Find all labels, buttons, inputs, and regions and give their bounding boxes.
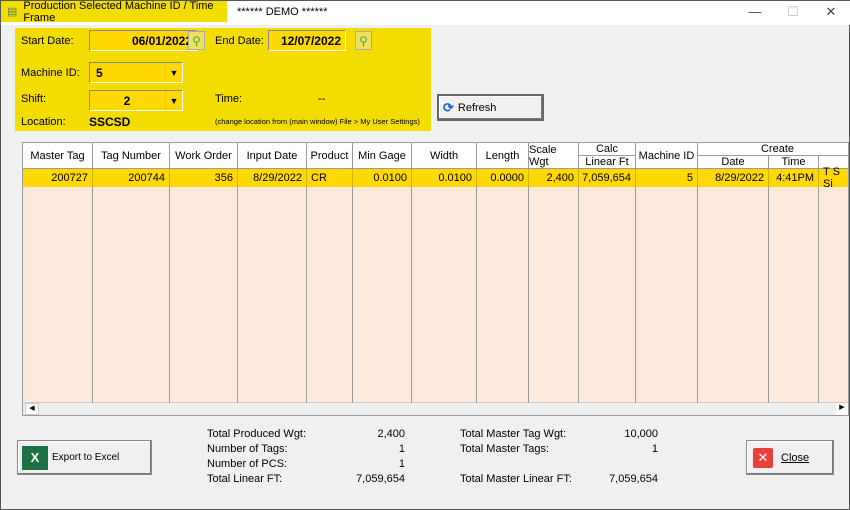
shift-label: Shift: [21, 93, 47, 105]
table-cell: 0.0000 [477, 169, 529, 187]
location-value: SSCSD [89, 115, 131, 129]
time-value: -- [318, 93, 326, 105]
production-grid[interactable]: ◀ ▶ Master Tag Tag Number Work Order Input … [22, 142, 849, 416]
column-header[interactable]: Tag Number [93, 143, 170, 169]
chevron-down-icon: ▼ [165, 91, 182, 110]
location-hint: (change location from (main window) File… [215, 117, 420, 126]
table-cell: 8/29/2022 [238, 169, 307, 187]
excel-icon: X [22, 445, 48, 470]
export-to-excel-button[interactable]: X Export to Excel [17, 440, 152, 475]
total-master-tags: 1 [651, 443, 658, 455]
totals-right-values: 10,000 1 7,059,654 [581, 427, 658, 487]
total-master-wgt-label: Total Master Tag Wgt: [460, 428, 567, 440]
title-bar: ▤ Production Selected Machine ID / Time F… [1, 0, 850, 25]
total-master-linear: 7,059,654 [609, 473, 658, 485]
table-cell: 200727 [23, 169, 93, 187]
column-header[interactable]: Time [769, 156, 819, 169]
table-cell: 200744 [93, 169, 170, 187]
refresh-icon: ⟳ [443, 99, 454, 115]
table-cell: 8/29/2022 [698, 169, 769, 187]
minimize-button[interactable]: — [745, 4, 765, 19]
column-header[interactable]: Date [698, 156, 769, 169]
close-window-button[interactable]: ✕ [821, 4, 841, 20]
scroll-left-arrow-icon[interactable]: ◀ [25, 403, 39, 415]
start-date-label: Start Date: [21, 35, 74, 47]
number-of-pcs-label: Number of PCS: [207, 458, 288, 470]
column-header[interactable]: Create [698, 143, 848, 156]
maximize-button[interactable]: ☐ [783, 4, 803, 20]
end-date-field[interactable]: 12/07/2022 [268, 30, 346, 51]
start-date-search-icon[interactable]: ⚲ [188, 31, 205, 50]
time-label: Time: [215, 93, 243, 105]
column-header[interactable]: Min Gage [353, 143, 412, 169]
column-header[interactable]: Linear Ft [579, 156, 636, 169]
close-button[interactable]: ✕ Close [746, 440, 834, 475]
start-date-field[interactable]: 06/01/2022 [89, 30, 197, 51]
column-header[interactable]: Work Order [170, 143, 238, 169]
end-date-search-icon[interactable]: ⚲ [355, 31, 372, 50]
column-header[interactable]: Calc [579, 143, 636, 156]
scroll-right-arrow-icon[interactable]: ▶ [836, 403, 848, 415]
demo-label: ****** DEMO ****** [237, 6, 328, 18]
chevron-down-icon: ▼ [165, 63, 182, 82]
end-date-label: End Date: [215, 35, 264, 47]
total-master-tags-label: Total Master Tags: [460, 443, 550, 455]
table-cell: 4:41PM [769, 169, 819, 187]
column-header[interactable]: Product [307, 143, 353, 169]
column-header[interactable]: Scale Wgt [529, 143, 579, 169]
number-of-tags-label: Number of Tags: [207, 443, 288, 455]
app-icon: ▤ [7, 6, 18, 18]
machine-id-label: Machine ID: [21, 67, 80, 79]
total-linear-ft: 7,059,654 [356, 473, 405, 485]
horizontal-scrollbar[interactable]: ◀ ▶ [23, 402, 848, 415]
totals-left: Total Produced Wgt: Number of Tags: Numb… [207, 427, 306, 487]
refresh-button[interactable]: ⟳ Refresh [437, 94, 544, 121]
table-cell: 356 [170, 169, 238, 187]
table-cell: 0.0100 [412, 169, 477, 187]
table-row[interactable]: 200727 200744 356 8/29/2022 CR 0.0100 0.0100 0.… [23, 166, 848, 190]
column-header[interactable]: Width [412, 143, 477, 169]
column-header[interactable]: Master Tag [23, 143, 93, 169]
table-cell: 7,059,654 [579, 169, 636, 187]
totals-right: Total Master Tag Wgt: Total Master Tags:… [460, 427, 572, 487]
filter-panel: Start Date: 06/01/2022 ⚲ End Date: 12/07… [15, 28, 431, 131]
location-label: Location: [21, 116, 66, 128]
total-produced-wgt-label: Total Produced Wgt: [207, 428, 307, 440]
table-cell: 5 [636, 169, 698, 187]
table-cell: 2,400 [529, 169, 579, 187]
column-header[interactable]: Input Date [238, 143, 307, 169]
table-cell: 0.0100 [353, 169, 412, 187]
column-header[interactable]: Machine ID [636, 143, 698, 169]
column-header[interactable]: Length [477, 143, 529, 169]
total-produced-wgt: 2,400 [377, 428, 405, 440]
number-of-tags: 1 [398, 443, 405, 455]
machine-id-dropdown[interactable]: 5 ▼ [89, 62, 183, 83]
total-master-linear-label: Total Master Linear FT: [460, 473, 572, 485]
total-linear-ft-label: Total Linear FT: [207, 473, 283, 485]
shift-dropdown[interactable]: 2 ▼ [89, 90, 183, 111]
number-of-pcs: 1 [398, 458, 405, 470]
window-title: ▤ Production Selected Machine ID / Time F… [1, 0, 227, 24]
table-cell: T S Si [819, 166, 848, 190]
totals-left-values: 2,400 1 1 7,059,654 [331, 427, 405, 487]
total-master-wgt: 10,000 [624, 428, 658, 440]
close-x-icon: ✕ [753, 447, 773, 468]
table-cell: CR [307, 169, 353, 187]
